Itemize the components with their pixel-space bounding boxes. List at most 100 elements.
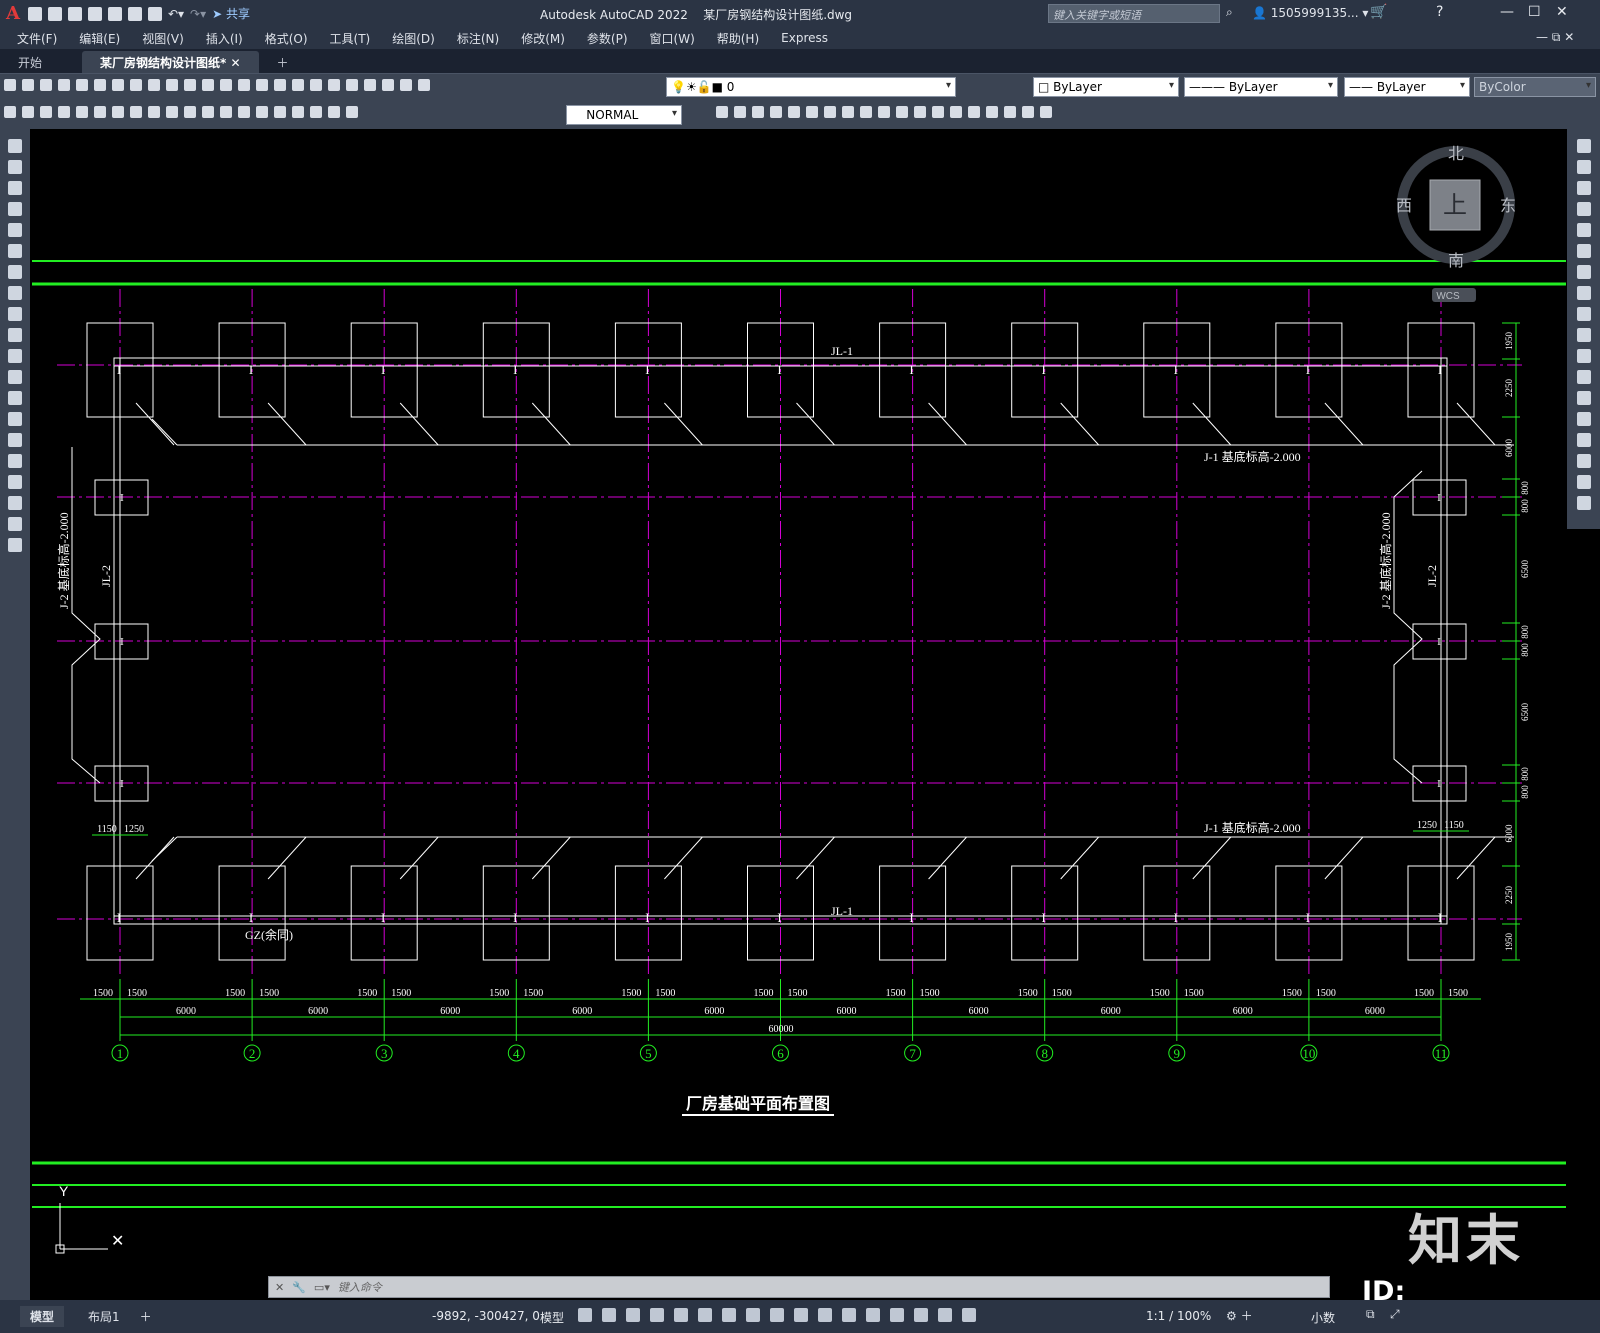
mirror-3d-icon[interactable] bbox=[842, 106, 854, 118]
chamfer-edge-icon[interactable] bbox=[968, 106, 980, 118]
menu-view[interactable]: 视图(V) bbox=[131, 30, 195, 47]
revolve-icon[interactable] bbox=[878, 106, 890, 118]
search-icon[interactable]: ⌕ bbox=[1226, 5, 1233, 20]
transparency-icon[interactable] bbox=[770, 1308, 784, 1322]
dynamic-ucs-icon[interactable] bbox=[842, 1308, 856, 1322]
customize-cmd-icon[interactable]: 🔧 bbox=[292, 1281, 306, 1294]
new-icon[interactable] bbox=[4, 79, 16, 91]
pan-icon[interactable] bbox=[220, 79, 232, 91]
save-icon[interactable] bbox=[40, 79, 52, 91]
calculator-icon[interactable] bbox=[382, 79, 394, 91]
space-dim-icon[interactable] bbox=[202, 106, 214, 118]
menu-file[interactable]: 文件(F) bbox=[6, 30, 68, 47]
menu-insert[interactable]: 插入(I) bbox=[195, 30, 254, 47]
auto-scale-icon[interactable] bbox=[938, 1308, 952, 1322]
viewcube-north[interactable]: 北 bbox=[1448, 145, 1464, 163]
isolate-icon[interactable]: ⧉ bbox=[1366, 1307, 1375, 1322]
lineweight-icon[interactable] bbox=[746, 1308, 760, 1322]
web-open-icon[interactable] bbox=[107, 6, 122, 21]
tab-start[interactable]: 开始 bbox=[0, 51, 60, 73]
ordinate-dim-icon[interactable] bbox=[58, 106, 70, 118]
menu-dimension[interactable]: 标注(N) bbox=[446, 30, 510, 47]
snap-icon[interactable] bbox=[602, 1308, 616, 1322]
selection-cycling-icon[interactable] bbox=[794, 1308, 808, 1322]
layer-dropdown[interactable]: 💡☀🔓■ 0 ▾ bbox=[666, 77, 956, 97]
units-display[interactable]: 小数 bbox=[1311, 1309, 1335, 1326]
hatch-icon[interactable] bbox=[8, 433, 22, 447]
new-tab-button[interactable]: ＋ bbox=[259, 51, 307, 73]
baseline-dim-icon[interactable] bbox=[166, 106, 178, 118]
3d-osnap-icon[interactable] bbox=[818, 1308, 832, 1322]
construction-line-icon[interactable] bbox=[8, 160, 22, 174]
offset-icon[interactable] bbox=[1577, 202, 1591, 216]
stretch-icon[interactable] bbox=[1577, 307, 1591, 321]
radius-dim-icon[interactable] bbox=[76, 106, 88, 118]
trim-icon[interactable] bbox=[1577, 328, 1591, 342]
isodraft-icon[interactable] bbox=[674, 1308, 688, 1322]
menu-express[interactable]: Express bbox=[770, 31, 839, 45]
lights-icon[interactable] bbox=[1022, 106, 1034, 118]
extrude-icon[interactable] bbox=[860, 106, 872, 118]
gradient-icon[interactable] bbox=[8, 454, 22, 468]
ellipse-arc-icon[interactable] bbox=[8, 349, 22, 363]
region-icon[interactable] bbox=[8, 475, 22, 489]
dim-text-edit-icon[interactable] bbox=[328, 106, 340, 118]
point-icon[interactable] bbox=[8, 412, 22, 426]
doc-window-controls[interactable]: — ⧉ ✕ bbox=[1536, 30, 1574, 45]
viewcube[interactable]: 上 北 南 东 西 WCS bbox=[1396, 145, 1516, 302]
redo-icon[interactable] bbox=[202, 79, 214, 91]
markup-icon[interactable] bbox=[364, 79, 376, 91]
menu-window[interactable]: 窗口(W) bbox=[639, 30, 706, 47]
copy-icon[interactable] bbox=[130, 79, 142, 91]
search-input[interactable]: 键入关键字或短语 bbox=[1048, 4, 1220, 23]
align-icon[interactable] bbox=[806, 106, 818, 118]
section-icon[interactable] bbox=[914, 106, 926, 118]
array-icon[interactable] bbox=[824, 106, 836, 118]
preview-icon[interactable] bbox=[76, 79, 88, 91]
selection-filter-icon[interactable] bbox=[866, 1308, 880, 1322]
polyline-icon[interactable] bbox=[8, 181, 22, 195]
diameter-dim-icon[interactable] bbox=[112, 106, 124, 118]
close-button[interactable]: ✕ bbox=[1556, 4, 1568, 20]
layer-manager-icon[interactable] bbox=[418, 79, 430, 91]
rotate-3d-icon[interactable] bbox=[788, 106, 800, 118]
viewcube-west[interactable]: 西 bbox=[1396, 198, 1412, 215]
tab-drawing[interactable]: 某厂房钢结构设计图纸* ✕ bbox=[82, 51, 259, 73]
polar-icon[interactable] bbox=[650, 1308, 664, 1322]
fillet-edge-icon[interactable] bbox=[950, 106, 962, 118]
autocad-logo[interactable]: A bbox=[6, 3, 20, 24]
viewcube-east[interactable]: 东 bbox=[1500, 197, 1516, 215]
linear-dim-icon[interactable] bbox=[4, 106, 16, 118]
table-icon[interactable] bbox=[8, 496, 22, 510]
move-icon[interactable] bbox=[1577, 244, 1591, 258]
sheet-set-icon[interactable] bbox=[346, 79, 358, 91]
gizmo-icon[interactable] bbox=[890, 1308, 904, 1322]
break-icon[interactable] bbox=[1577, 391, 1591, 405]
model-space-toggle[interactable]: 模型 bbox=[540, 1309, 564, 1326]
design-center-icon[interactable] bbox=[310, 79, 322, 91]
user-account[interactable]: 👤 1505999135... ▾ bbox=[1252, 6, 1368, 20]
line-icon[interactable] bbox=[8, 139, 22, 153]
tool-palette-icon[interactable] bbox=[328, 79, 340, 91]
annotation-scale-icon[interactable] bbox=[962, 1308, 976, 1322]
zoom-realtime-icon[interactable] bbox=[238, 79, 250, 91]
print-icon[interactable] bbox=[58, 79, 70, 91]
share-button[interactable]: ➤ 共享 bbox=[212, 5, 250, 22]
union-icon[interactable] bbox=[716, 106, 728, 118]
paste-icon[interactable] bbox=[148, 79, 160, 91]
save-icon[interactable] bbox=[67, 6, 82, 21]
ellipse-icon[interactable] bbox=[8, 328, 22, 342]
help-icon[interactable] bbox=[400, 79, 412, 91]
shell-icon[interactable] bbox=[932, 106, 944, 118]
make-block-icon[interactable] bbox=[8, 391, 22, 405]
annotation-visibility-icon[interactable] bbox=[914, 1308, 928, 1322]
break-dim-icon[interactable] bbox=[220, 106, 232, 118]
blend-curves-icon[interactable] bbox=[1577, 475, 1591, 489]
zoom-window-icon[interactable] bbox=[256, 79, 268, 91]
join-icon[interactable] bbox=[1577, 412, 1591, 426]
circle-icon[interactable] bbox=[8, 265, 22, 279]
properties-icon[interactable] bbox=[292, 79, 304, 91]
spline-icon[interactable] bbox=[8, 307, 22, 321]
tab-model[interactable]: 模型 bbox=[20, 1306, 65, 1327]
erase-icon[interactable] bbox=[1577, 139, 1591, 153]
